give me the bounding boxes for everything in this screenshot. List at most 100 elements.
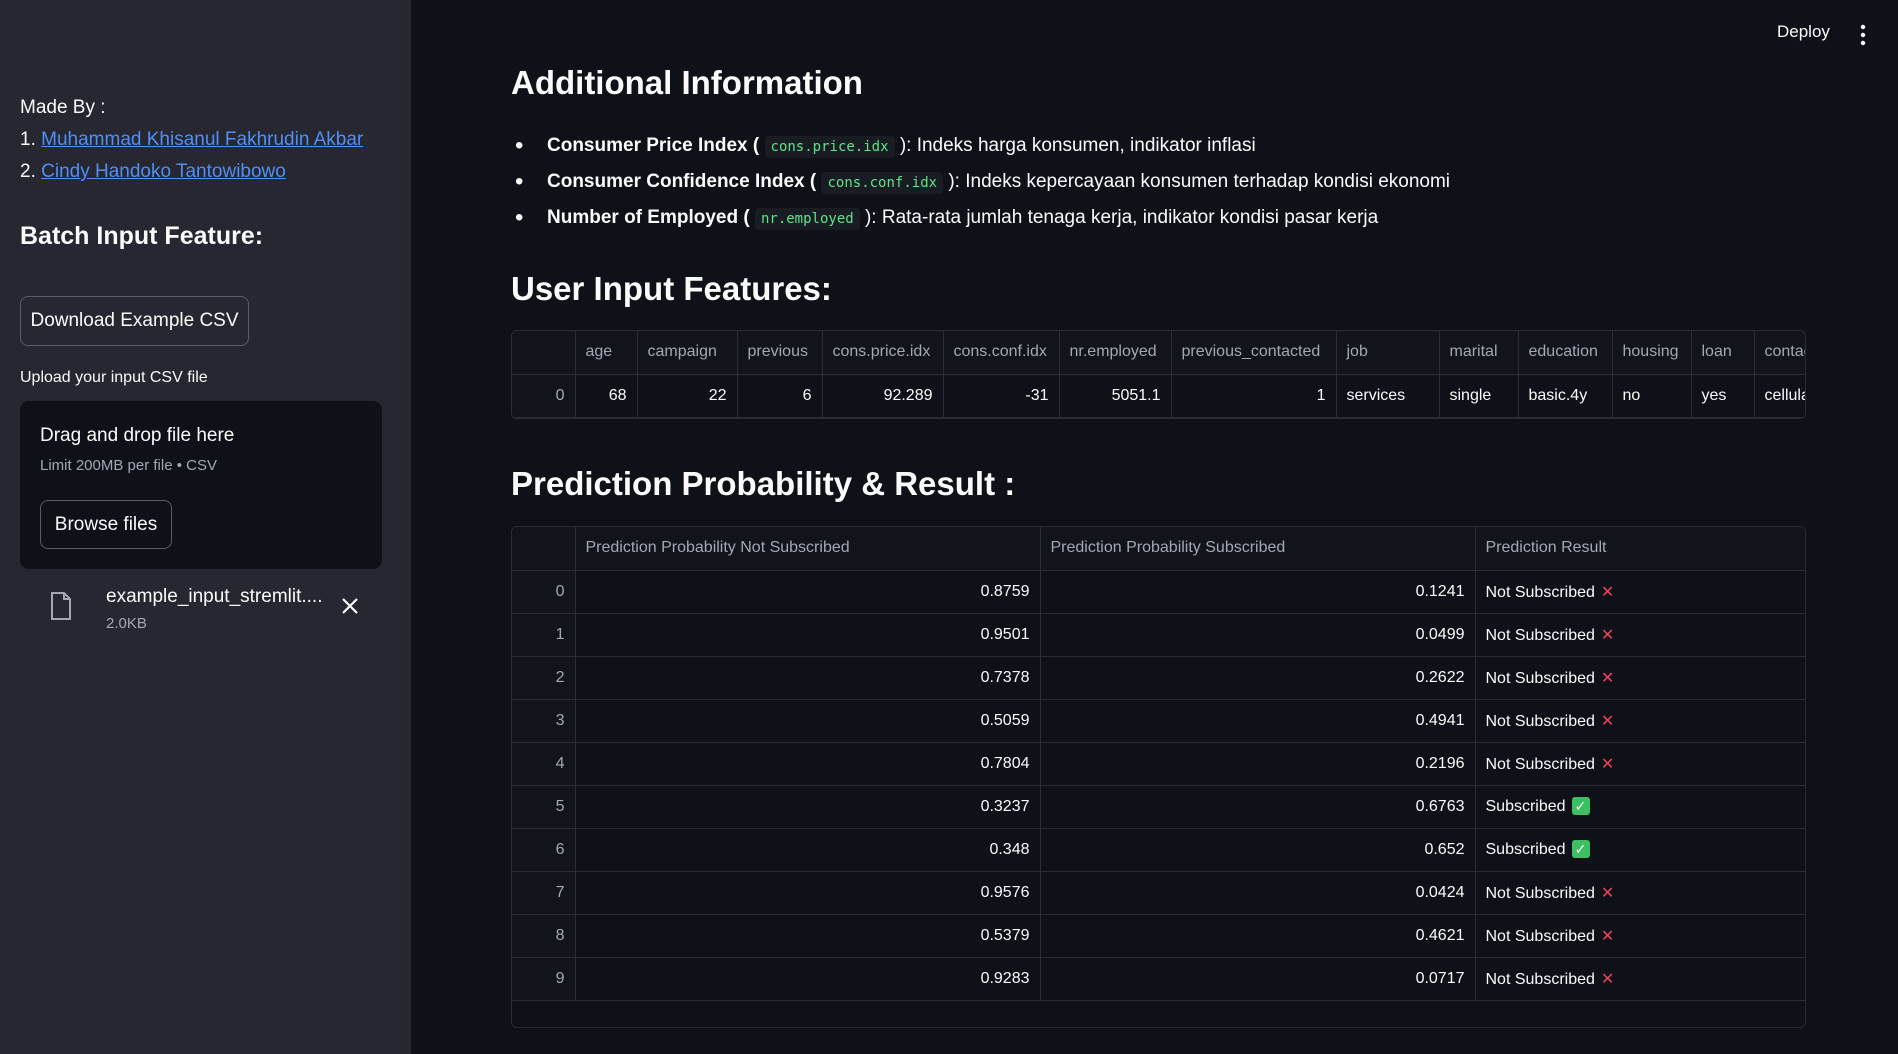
table-cell: 0.2622 (1040, 656, 1476, 700)
info-bullet-list: Consumer Price Index ( cons.price.idx ):… (511, 128, 1450, 236)
table-row: 3 0.5059 0.4941 Not Subscribed ✕ (512, 699, 1805, 743)
table-cell: 0.5059 (575, 699, 1041, 743)
row-index: 0 (512, 570, 576, 614)
table-row: 0 68 22 6 92.289 -31 5051.1 1 services single basi… (512, 374, 1805, 418)
user-input-features-heading: User Input Features: (511, 270, 832, 307)
column-header[interactable]: cons.price.idx (822, 331, 944, 375)
cross-icon: ✕ (1600, 626, 1615, 644)
table-cell: no (1612, 374, 1692, 418)
row-index: 2 (512, 656, 576, 700)
cross-icon: ✕ (1600, 755, 1615, 773)
prediction-result: Not Subscribed ✕ (1475, 613, 1805, 657)
author-link-1[interactable]: Muhammad Khisanul Fakhrudin Akbar (41, 129, 363, 150)
row-index: 3 (512, 699, 576, 743)
file-dropzone[interactable]: Drag and drop file here Limit 200MB per … (20, 401, 382, 569)
column-header[interactable]: contac (1754, 331, 1805, 375)
browse-files-button[interactable]: Browse files (40, 500, 172, 549)
column-header[interactable]: Prediction Probability Subscribed (1040, 527, 1476, 571)
bullet-item: Consumer Confidence Index ( cons.conf.id… (511, 164, 1450, 200)
upload-label: Upload your input CSV file (20, 369, 208, 386)
table-header-row: Prediction Probability Not Subscribed Pre… (512, 527, 1805, 571)
prediction-result: Not Subscribed ✕ (1475, 957, 1805, 1001)
table-row: 9 0.9283 0.0717 Not Subscribed ✕ (512, 957, 1805, 1001)
table-cell: 0.348 (575, 828, 1041, 872)
column-header[interactable]: age (575, 331, 638, 375)
column-header[interactable]: marital (1439, 331, 1519, 375)
table-cell: cellula (1754, 374, 1805, 418)
table-row: 8 0.5379 0.4621 Not Subscribed ✕ (512, 914, 1805, 958)
column-header[interactable]: cons.conf.idx (943, 331, 1060, 375)
table-cell: 0.652 (1040, 828, 1476, 872)
table-cell: -31 (943, 374, 1060, 418)
prediction-result: Not Subscribed ✕ (1475, 742, 1805, 786)
check-icon: ✓ (1571, 797, 1590, 815)
column-header[interactable] (512, 331, 576, 375)
table-cell: 0.0424 (1040, 871, 1476, 915)
table-cell: 0.9576 (575, 871, 1041, 915)
row-index: 1 (512, 613, 576, 657)
table-cell: yes (1691, 374, 1755, 418)
file-icon (51, 592, 71, 620)
table-row: 1 0.9501 0.0499 Not Subscribed ✕ (512, 613, 1805, 657)
table-cell: 6 (737, 374, 823, 418)
deploy-button[interactable]: Deploy (1777, 22, 1830, 42)
author-link-2[interactable]: Cindy Handoko Tantowibowo (41, 161, 286, 182)
column-header[interactable]: housing (1612, 331, 1692, 375)
prediction-result: Not Subscribed ✕ (1475, 871, 1805, 915)
row-index: 0 (512, 374, 576, 418)
user-input-table[interactable]: age campaign previous cons.price.idx cons.co… (511, 330, 1806, 419)
prediction-result: Subscribed ✓ (1475, 785, 1805, 829)
row-index: 5 (512, 785, 576, 829)
table-cell: 0.9283 (575, 957, 1041, 1001)
table-row: 2 0.7378 0.2622 Not Subscribed ✕ (512, 656, 1805, 700)
file-name: example_input_stremlit.... (106, 586, 323, 607)
cross-icon: ✕ (1600, 884, 1615, 902)
file-size: 2.0KB (106, 615, 147, 632)
table-header-row: age campaign previous cons.price.idx cons.co… (512, 331, 1805, 375)
prediction-table[interactable]: Prediction Probability Not Subscribed Pre… (511, 526, 1806, 1028)
code-inline: cons.price.idx (764, 136, 895, 158)
row-index: 7 (512, 871, 576, 915)
column-header[interactable]: previous_contacted (1171, 331, 1337, 375)
cross-icon: ✕ (1600, 927, 1615, 945)
main-menu-icon[interactable] (1858, 24, 1868, 46)
table-row: 4 0.7804 0.2196 Not Subscribed ✕ (512, 742, 1805, 786)
table-cell: 0.4941 (1040, 699, 1476, 743)
bullet-item: Consumer Price Index ( cons.price.idx ):… (511, 128, 1450, 164)
close-icon[interactable] (340, 596, 360, 616)
uploaded-file: example_input_stremlit.... 2.0KB (20, 584, 382, 640)
table-cell: 0.6763 (1040, 785, 1476, 829)
download-example-csv-button[interactable]: Download Example CSV (20, 296, 249, 346)
table-cell: 0.0717 (1040, 957, 1476, 1001)
additional-information-heading: Additional Information (511, 64, 863, 101)
author-item: 1. Muhammad Khisanul Fakhrudin Akbar (20, 129, 364, 150)
made-by-section: Made By : 1. Muhammad Khisanul Fakhrudin… (20, 92, 363, 188)
column-header[interactable]: previous (737, 331, 823, 375)
table-cell: 0.1241 (1040, 570, 1476, 614)
table-cell: single (1439, 374, 1519, 418)
column-header[interactable]: job (1336, 331, 1440, 375)
table-cell: 0.7804 (575, 742, 1041, 786)
prediction-result: Subscribed ✓ (1475, 828, 1805, 872)
table-cell: 22 (637, 374, 738, 418)
column-header[interactable]: campaign (637, 331, 738, 375)
table-row: 7 0.9576 0.0424 Not Subscribed ✕ (512, 871, 1805, 915)
check-icon: ✓ (1571, 840, 1590, 858)
row-index: 6 (512, 828, 576, 872)
column-header[interactable]: nr.employed (1059, 331, 1172, 375)
column-header[interactable]: Prediction Result (1475, 527, 1805, 571)
column-header[interactable] (512, 527, 576, 571)
cross-icon: ✕ (1600, 970, 1615, 988)
column-header[interactable]: loan (1691, 331, 1755, 375)
table-row: 0 0.8759 0.1241 Not Subscribed ✕ (512, 570, 1805, 614)
prediction-result: Not Subscribed ✕ (1475, 699, 1805, 743)
column-header[interactable]: Prediction Probability Not Subscribed (575, 527, 1041, 571)
column-header[interactable]: education (1518, 331, 1613, 375)
code-inline: nr.employed (754, 208, 860, 230)
table-cell: services (1336, 374, 1440, 418)
batch-input-heading: Batch Input Feature: (20, 222, 264, 250)
table-cell: 5051.1 (1059, 374, 1172, 418)
author-item: 2. Cindy Handoko Tantowibowo (20, 161, 286, 182)
table-cell: 0.9501 (575, 613, 1041, 657)
cross-icon: ✕ (1600, 583, 1615, 601)
